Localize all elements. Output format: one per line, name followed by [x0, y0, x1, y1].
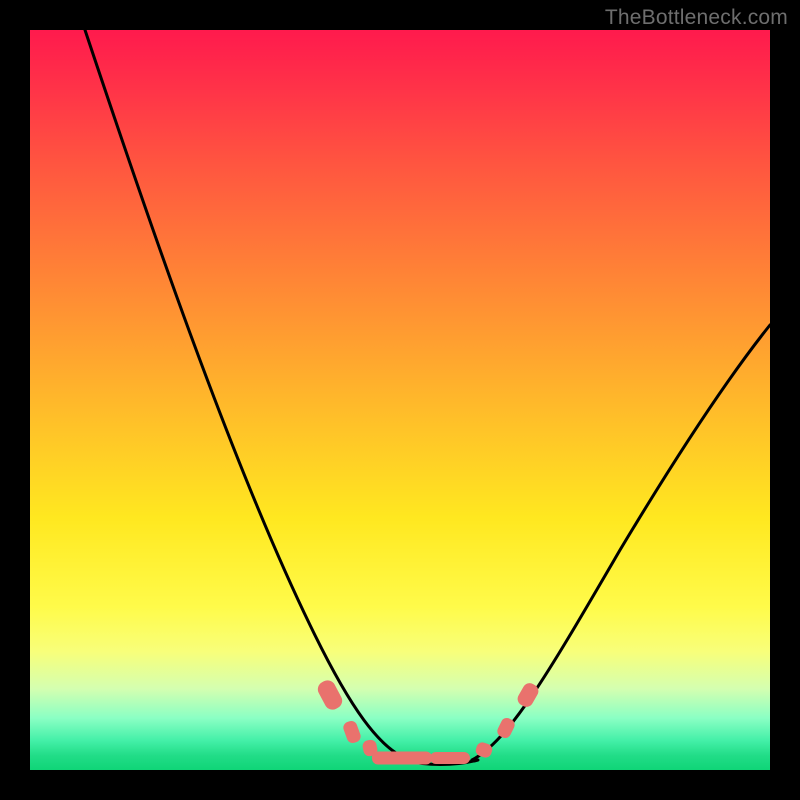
curve-left-branch [85, 30, 410, 760]
marker [342, 719, 363, 744]
marker [430, 752, 470, 764]
marker [515, 681, 541, 710]
chart-plot-area [30, 30, 770, 770]
marker [372, 752, 432, 765]
watermark-text: TheBottleneck.com [605, 6, 788, 30]
curve-right-branch [472, 325, 770, 760]
bottleneck-curve [30, 30, 770, 770]
curve-markers [315, 678, 541, 765]
